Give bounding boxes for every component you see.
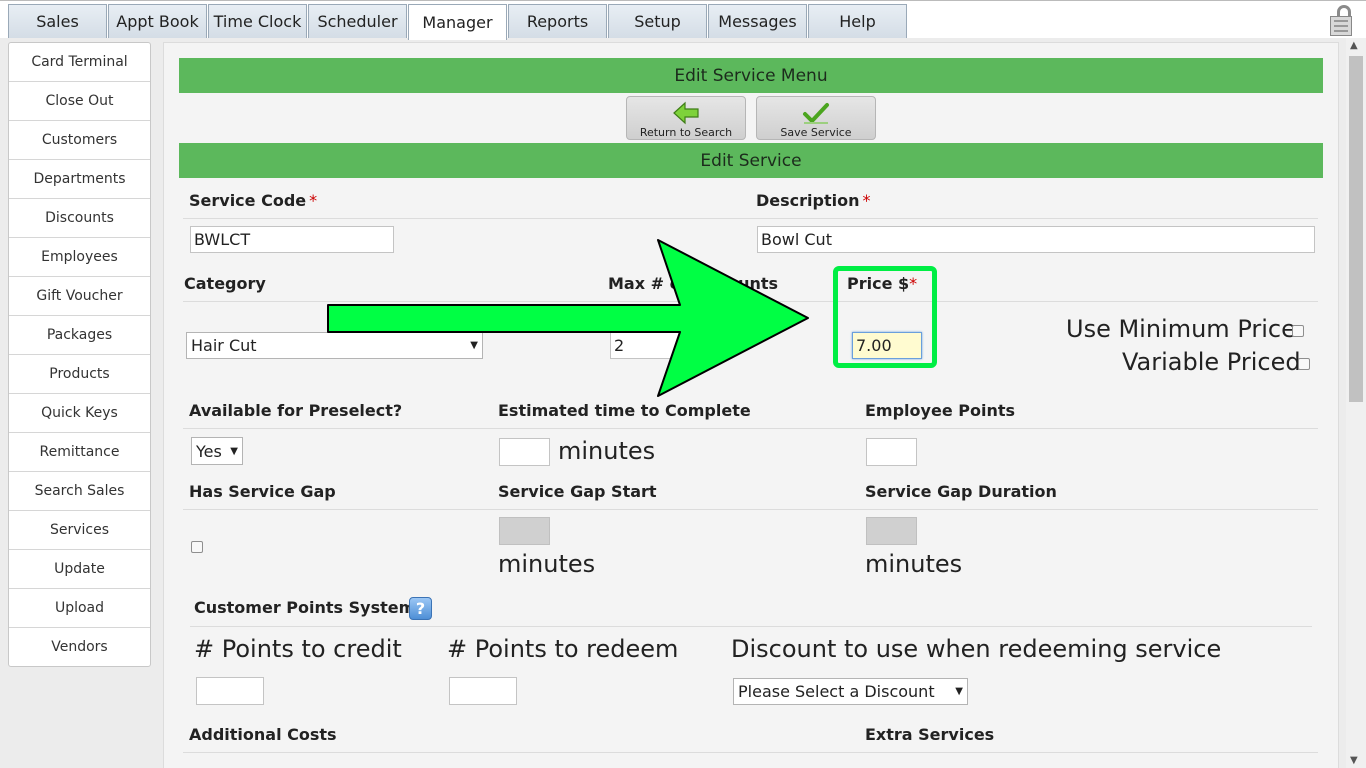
points-redeem-label: # Points to redeem: [447, 635, 679, 663]
scrollbar-thumb[interactable]: [1349, 56, 1363, 402]
preselect-selected: Yes: [196, 441, 222, 461]
divider: [183, 509, 1318, 510]
customer-points-label: Customer Points System: [194, 598, 416, 617]
service-gap-duration-label: Service Gap Duration: [865, 482, 1057, 501]
gap-duration-unit: minutes: [865, 550, 963, 578]
estimated-time-input[interactable]: [499, 438, 550, 466]
page-scrollbar[interactable]: ▲ ▼: [1346, 38, 1366, 768]
discount-select[interactable]: Please Select a Discount ▼: [733, 678, 968, 705]
discount-redeem-label: Discount to use when redeeming service: [731, 635, 1222, 663]
divider: [183, 752, 1318, 753]
divider: [183, 428, 1318, 429]
preselect-select[interactable]: Yes ▼: [191, 437, 243, 465]
chevron-down-icon: ▼: [955, 686, 963, 697]
service-gap-start-input: [499, 517, 550, 545]
service-gap-duration-input: [866, 517, 917, 545]
employee-points-input[interactable]: [866, 438, 917, 466]
discount-selected: Please Select a Discount: [738, 682, 935, 701]
additional-costs-label: Additional Costs: [189, 725, 337, 744]
points-credit-input[interactable]: [196, 677, 264, 705]
has-service-gap-checkbox[interactable]: [191, 541, 203, 553]
scroll-down-icon[interactable]: ▼: [1350, 755, 1358, 766]
service-gap-start-label: Service Gap Start: [498, 482, 657, 501]
chevron-down-icon: ▼: [230, 445, 238, 457]
help-icon[interactable]: ?: [409, 597, 432, 620]
employee-points-label: Employee Points: [865, 401, 1015, 420]
points-redeem-input[interactable]: [449, 677, 517, 705]
preselect-label: Available for Preselect?: [189, 401, 403, 420]
divider: [190, 626, 1312, 627]
scroll-up-icon[interactable]: ▲: [1350, 40, 1358, 51]
estimated-time-label: Estimated time to Complete: [498, 401, 751, 420]
extra-services-label: Extra Services: [865, 725, 995, 744]
has-service-gap-label: Has Service Gap: [189, 482, 336, 501]
points-credit-label: # Points to credit: [194, 635, 402, 663]
gap-start-unit: minutes: [498, 550, 596, 578]
estimated-time-unit: minutes: [558, 437, 656, 465]
